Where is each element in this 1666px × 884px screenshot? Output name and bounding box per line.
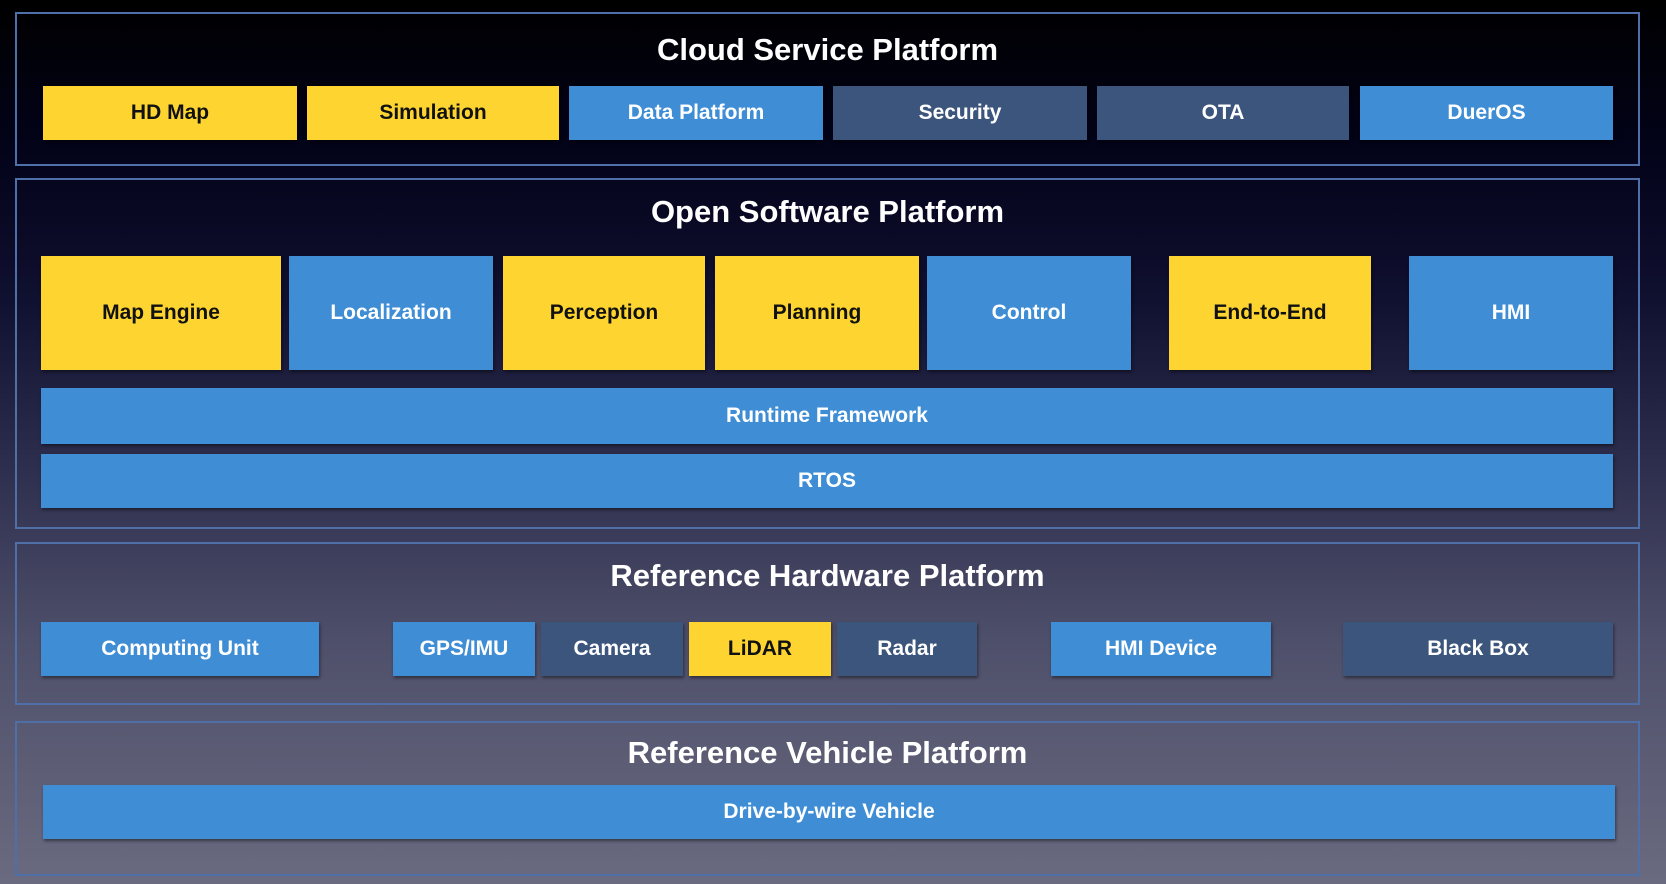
hardware-lidar: LiDAR: [689, 622, 831, 676]
cloud-item-hd-map: HD Map: [43, 86, 297, 140]
cloud-item-data-platform: Data Platform: [569, 86, 823, 140]
module-end-to-end: End-to-End: [1169, 256, 1371, 370]
cloud-item-dueros: DuerOS: [1360, 86, 1613, 140]
cloud-item-security: Security: [833, 86, 1087, 140]
module-perception: Perception: [503, 256, 705, 370]
hardware-hmi-device: HMI Device: [1051, 622, 1271, 676]
drive-by-wire-vehicle-bar: Drive-by-wire Vehicle: [43, 785, 1615, 839]
hardware-computing-unit: Computing Unit: [41, 622, 319, 676]
module-map-engine: Map Engine: [41, 256, 281, 370]
hardware-camera: Camera: [541, 622, 683, 676]
module-localization: Localization: [289, 256, 493, 370]
hardware-gps-imu: GPS/IMU: [393, 622, 535, 676]
rtos-bar: RTOS: [41, 454, 1613, 508]
reference-vehicle-platform-title: Reference Vehicle Platform: [627, 735, 1028, 770]
open-software-platform-title: Open Software Platform: [650, 194, 1005, 229]
hardware-radar: Radar: [837, 622, 977, 676]
module-planning: Planning: [715, 256, 919, 370]
hardware-black-box: Black Box: [1343, 622, 1613, 676]
cloud-service-platform-title: Cloud Service Platform: [656, 32, 999, 67]
reference-hardware-platform-title: Reference Hardware Platform: [610, 558, 1045, 593]
runtime-framework-bar: Runtime Framework: [41, 388, 1613, 444]
module-control: Control: [927, 256, 1131, 370]
module-hmi: HMI: [1409, 256, 1613, 370]
cloud-item-ota: OTA: [1097, 86, 1349, 140]
apollo-architecture-diagram: { "colors": { "yellow": "#fed530", "blue…: [0, 0, 1666, 884]
cloud-item-simulation: Simulation: [307, 86, 559, 140]
